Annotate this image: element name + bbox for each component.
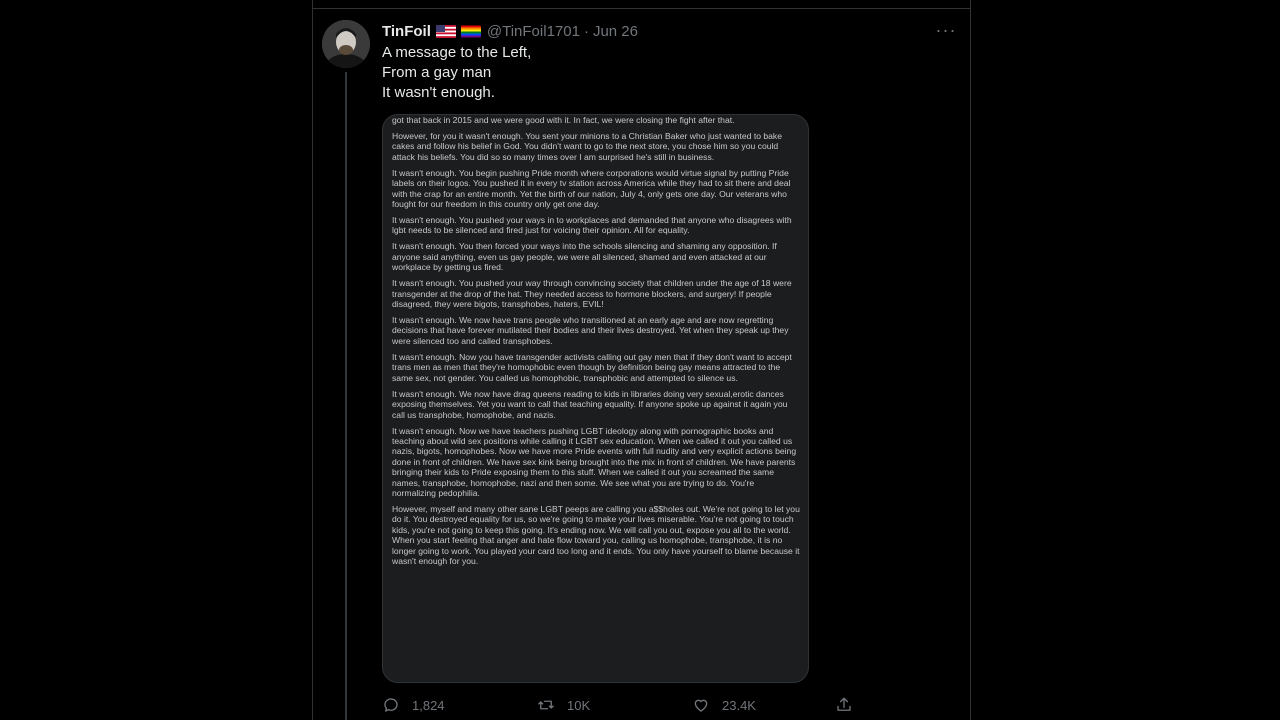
tweet-column: TinFoil @TinFoil1701 · Jun 26 ··· A mess… [312, 0, 971, 720]
avatar-portrait-icon [322, 20, 370, 68]
rainbow-flag-icon [460, 25, 481, 38]
us-flag-icon [435, 24, 456, 38]
top-divider [313, 0, 970, 9]
tweet-date[interactable]: Jun 26 [593, 23, 638, 40]
media-paragraph: It wasn't enough. Now we have teachers p… [392, 425, 797, 498]
share-button[interactable] [835, 694, 857, 716]
reply-icon [384, 698, 398, 712]
tweet-text-line: A message to the Left, [382, 44, 532, 61]
display-name[interactable]: TinFoil [382, 23, 431, 40]
tweet-text: A message to the Left, From a gay man It… [382, 43, 942, 103]
tweet-media-image[interactable]: got that back in 2015 and we were good w… [382, 114, 809, 683]
media-paragraph: It wasn't enough. You then forced your w… [392, 241, 777, 273]
reply-button[interactable]: 1,824 [382, 694, 445, 716]
handle[interactable]: @TinFoil1701 [487, 23, 580, 40]
reply-count: 1,824 [412, 697, 445, 713]
media-paragraph: However, myself and many other sane LGBT… [392, 503, 800, 566]
media-paragraph: However, for you it wasn't enough. You s… [392, 131, 783, 162]
tweet-header: TinFoil @TinFoil1701 · Jun 26 [382, 21, 638, 41]
media-paragraph: It wasn't enough. You pushed your ways i… [392, 215, 792, 236]
media-paragraph: It wasn't enough. You begin pushing Prid… [392, 167, 791, 210]
media-paragraph: It wasn't enough. You pushed your way th… [392, 278, 792, 310]
heart-icon [694, 699, 708, 712]
thread-line [345, 72, 347, 720]
media-text: got that back in 2015 and we were good w… [392, 115, 800, 572]
tweet-text-line: It wasn't enough. [382, 84, 495, 101]
more-options-icon[interactable]: ··· [935, 20, 957, 40]
share-icon [837, 697, 851, 711]
avatar[interactable] [322, 20, 370, 68]
like-count: 23.4K [722, 697, 756, 713]
media-paragraph: It wasn't enough. We now have drag queen… [392, 388, 788, 420]
retweet-icon [538, 700, 554, 710]
retweet-button[interactable]: 10K [537, 694, 590, 716]
retweet-count: 10K [567, 697, 591, 713]
action-bar: 1,824 10K 23.4K [382, 694, 862, 716]
separator-dot: · [583, 22, 589, 40]
like-button[interactable]: 23.4K [692, 694, 756, 716]
media-paragraph: got that back in 2015 and we were good w… [392, 115, 735, 125]
media-paragraph: It wasn't enough. Now you have transgend… [392, 351, 792, 383]
media-paragraph: It wasn't enough. We now have trans peop… [392, 315, 789, 346]
tweet-text-line: From a gay man [382, 64, 492, 81]
